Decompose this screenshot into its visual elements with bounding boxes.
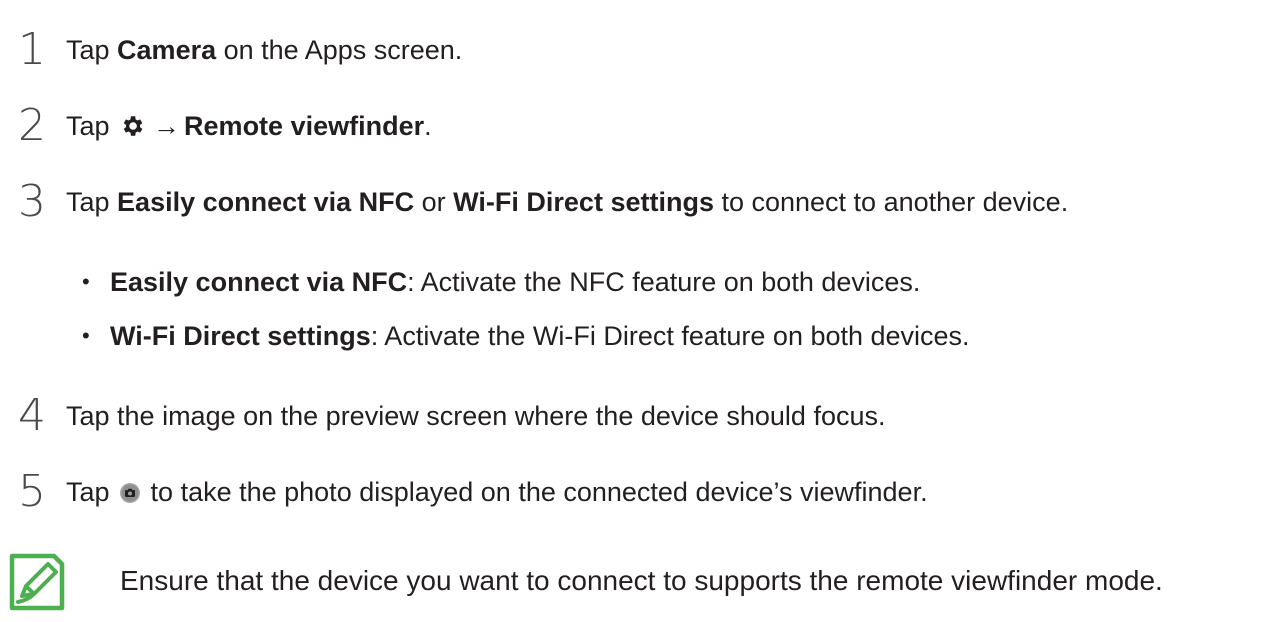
step-text-part: on the Apps screen. <box>216 35 463 65</box>
bullet-term: Easily connect via NFC <box>110 267 408 297</box>
bullet-item-wifi-direct: • Wi-Fi Direct settings: Activate the Wi… <box>0 314 1281 358</box>
step-text-part: Tap <box>66 187 118 217</box>
bullet-text: Easily connect via NFC: Activate the NFC… <box>110 260 920 304</box>
step-1: 1 Tap Camera on the Apps screen. <box>0 24 1281 76</box>
step-text: Tap Camera on the Apps screen. <box>66 24 462 76</box>
step-text-part: Tap <box>66 35 118 65</box>
step-text: Tap the image on the preview screen wher… <box>66 390 885 442</box>
step-number: 1 <box>18 24 46 75</box>
step-text-part: to take the photo displayed on the conne… <box>143 477 928 507</box>
step-number: 4 <box>18 390 46 441</box>
step-bold-term: Wi-Fi Direct settings <box>453 187 714 217</box>
step-text-part: . <box>424 111 432 141</box>
step-5: 5 Tap to take the photo displayed on the… <box>0 466 1281 518</box>
note-pencil-icon <box>9 553 65 611</box>
step-number: 5 <box>18 466 46 517</box>
step-text: Tap → Remote viewfinder. <box>66 100 432 152</box>
step-bold-term: Remote viewfinder <box>184 111 425 141</box>
step-bold-term: Easily connect via NFC <box>117 187 415 217</box>
note-box: Ensure that the device you want to conne… <box>0 548 1281 622</box>
step-text-part: or <box>414 187 454 217</box>
bullet-text: Wi-Fi Direct settings: Activate the Wi-F… <box>110 314 970 358</box>
step-text-part: Tap the image on the preview screen wher… <box>66 401 886 431</box>
step-number: 2 <box>18 100 46 151</box>
gear-icon <box>123 116 143 136</box>
step-text: Tap to take the photo displayed on the c… <box>66 466 928 518</box>
step-4: 4 Tap the image on the preview screen wh… <box>0 390 1281 442</box>
step-text-part: to connect to another device. <box>713 187 1069 217</box>
bullet-term: Wi-Fi Direct settings <box>110 321 371 351</box>
bullet-desc: : Activate the Wi-Fi Direct feature on b… <box>370 321 970 351</box>
bullet-item-nfc: • Easily connect via NFC: Activate the N… <box>0 260 1281 304</box>
arrow-icon: → <box>153 111 181 141</box>
note-text: Ensure that the device you want to conne… <box>120 565 1163 596</box>
step-3: 3 Tap Easily connect via NFC or Wi-Fi Di… <box>0 176 1281 228</box>
camera-button-icon <box>120 483 141 503</box>
bullet-dot: • <box>82 323 90 348</box>
bullet-desc: : Activate the NFC feature on both devic… <box>407 267 921 297</box>
step-bold-term: Camera <box>117 35 217 65</box>
bullet-dot: • <box>82 269 90 294</box>
step-text: Tap Easily connect via NFC or Wi-Fi Dire… <box>66 176 1068 228</box>
step-text-part: Tap <box>66 111 118 141</box>
step-text-part: Tap <box>66 477 118 507</box>
step-2: 2 Tap → Remote viewfinder. <box>0 100 1281 152</box>
step-number: 3 <box>18 176 46 227</box>
